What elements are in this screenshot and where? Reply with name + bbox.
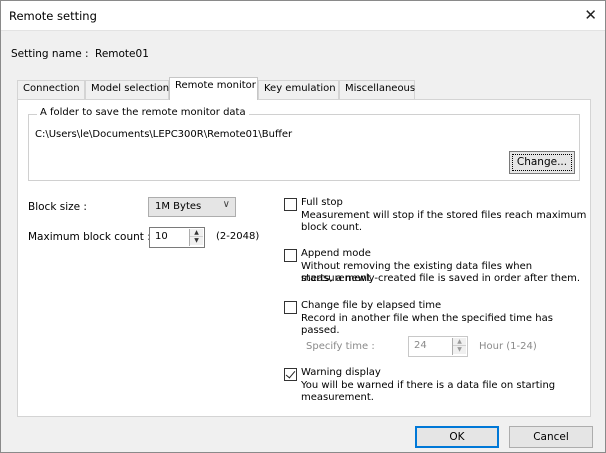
cancel-button[interactable]: Cancel [509, 426, 593, 448]
full-stop-desc-1: Measurement will stop if the stored file… [301, 210, 587, 221]
max-block-count-range: (2-2048) [216, 231, 260, 242]
spin-down-icon[interactable]: ▼ [453, 346, 466, 354]
full-stop-desc-2: block count. [301, 222, 363, 233]
folder-groupbox: A folder to save the remote monitor data… [28, 107, 580, 181]
warning-display-desc-1: You will be warned if there is a data fi… [301, 380, 556, 391]
append-mode-label[interactable]: Append mode [301, 248, 371, 259]
specify-time-stepper[interactable]: 24 ▲ ▼ [408, 336, 468, 357]
ok-button[interactable]: OK [415, 426, 499, 448]
tab-miscellaneous[interactable]: Miscellaneous [339, 80, 415, 99]
max-block-count-label: Maximum block count : [28, 231, 151, 243]
remote-monitor-panel: A folder to save the remote monitor data… [17, 99, 591, 417]
close-icon[interactable]: ✕ [584, 7, 597, 23]
specify-time-label: Specify time : [306, 341, 375, 352]
tab-key-emulation[interactable]: Key emulation [258, 80, 339, 99]
specify-stepper-buttons: ▲ ▼ [452, 338, 466, 355]
warning-display-checkbox[interactable] [284, 368, 297, 381]
change-file-label[interactable]: Change file by elapsed time [301, 300, 441, 311]
warning-display-label[interactable]: Warning display [301, 367, 381, 378]
tab-model-selection[interactable]: Model selection [85, 80, 169, 99]
block-size-label: Block size : [28, 201, 87, 213]
specify-time-value: 24 [414, 340, 427, 351]
hour-range-label: Hour (1-24) [479, 341, 537, 352]
append-mode-desc-2: starts, a newly-created file is saved in… [301, 273, 581, 284]
title-bar: Remote setting ✕ [1, 1, 605, 31]
full-stop-checkbox[interactable] [284, 198, 297, 211]
spin-up-icon[interactable]: ▲ [453, 338, 466, 346]
chevron-down-icon: ∨ [222, 199, 230, 210]
folder-path: C:\Users\le\Documents\LEPC300R\Remote01\… [35, 129, 293, 140]
tab-remote-monitor[interactable]: Remote monitor [169, 77, 258, 100]
change-folder-button[interactable]: Change... [509, 151, 575, 174]
append-mode-checkbox[interactable] [284, 249, 297, 262]
folder-group-legend: A folder to save the remote monitor data [37, 107, 249, 118]
max-block-count-value: 10 [155, 231, 168, 242]
max-block-count-stepper[interactable]: 10 ▲ ▼ [149, 227, 205, 248]
change-file-desc: Record in another file when the specifie… [301, 313, 553, 336]
setting-name-value: Remote01 [95, 48, 149, 60]
spin-down-icon[interactable]: ▼ [190, 237, 203, 245]
tab-connection[interactable]: Connection [17, 80, 85, 99]
block-size-select[interactable]: 1M Bytes ∨ [148, 197, 236, 217]
remote-setting-dialog: Remote setting ✕ Setting name : Remote01… [0, 0, 606, 453]
spin-up-icon[interactable]: ▲ [190, 229, 203, 237]
window-title: Remote setting [9, 9, 97, 23]
stepper-buttons: ▲ ▼ [189, 229, 203, 246]
warning-display-desc-2: measurement. [301, 392, 374, 403]
change-file-checkbox[interactable] [284, 301, 297, 314]
setting-name-label: Setting name : [11, 48, 89, 60]
full-stop-label[interactable]: Full stop [301, 197, 343, 208]
block-size-value: 1M Bytes [155, 201, 202, 212]
